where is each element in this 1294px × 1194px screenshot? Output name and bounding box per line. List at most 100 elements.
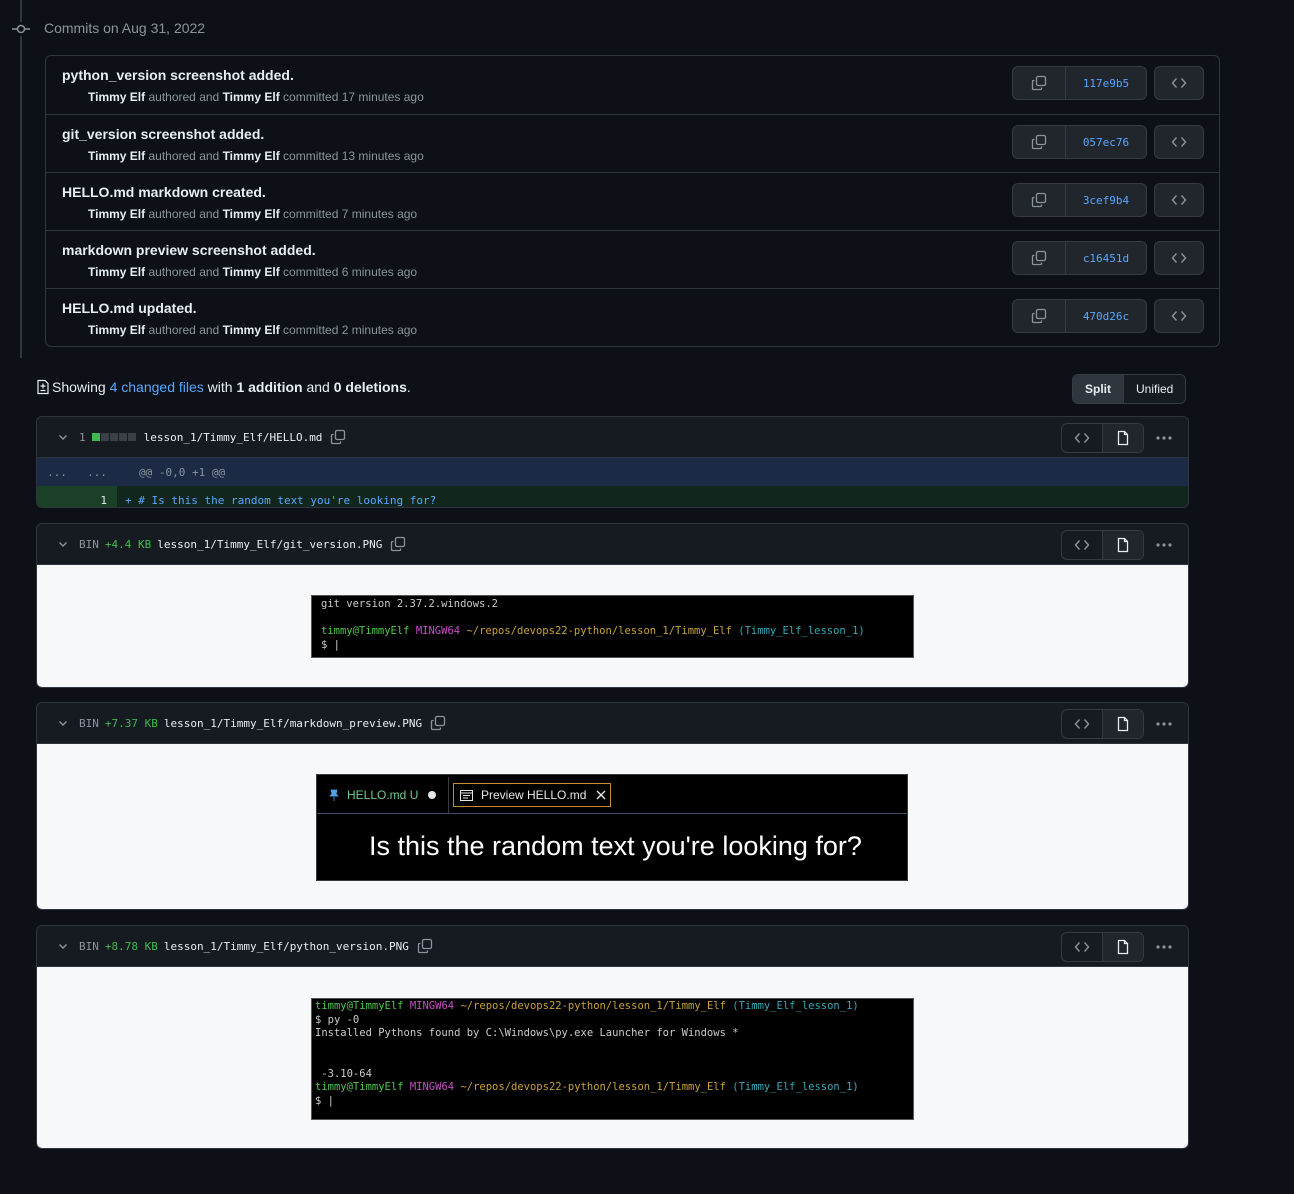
expand-right[interactable]: ... (77, 466, 117, 479)
file-path[interactable]: lesson_1/Timmy_Elf/HELLO.md (144, 431, 323, 444)
copy-sha-button[interactable] (1013, 126, 1066, 158)
expand-left[interactable]: ... (37, 466, 77, 479)
commit-title[interactable]: python_version screenshot added. (62, 67, 294, 83)
size-delta: +4.4 KB (104, 537, 152, 551)
code-icon (1074, 430, 1090, 446)
commit-row: git_version screenshot added. Timmy Elf … (46, 114, 1219, 172)
chevron-down-icon[interactable] (57, 431, 71, 443)
size-delta: +8.78 KB (104, 939, 158, 953)
terminal-prompt-line: timmy@TimmyElf MINGW64 ~/repos/devops22-… (315, 1081, 910, 1095)
file-header: 1 lesson_1/Timmy_Elf/HELLO.md (37, 417, 1188, 458)
copy-sha-button[interactable] (1013, 300, 1066, 332)
authored-text: authored and (148, 90, 220, 104)
chevron-down-icon[interactable] (57, 538, 71, 550)
committer-link[interactable]: Timmy Elf (223, 90, 280, 104)
timeline-line (20, 0, 22, 358)
file-diff-git-version: BIN +4.4 KB lesson_1/Timmy_Elf/git_versi… (36, 523, 1189, 688)
committer-link[interactable]: Timmy Elf (223, 149, 280, 163)
commit-sha-link[interactable]: c16451d (1066, 242, 1146, 274)
author-link[interactable]: Timmy Elf (88, 323, 145, 337)
terminal-user: timmy@TimmyElf (321, 625, 410, 637)
binary-label: BIN (79, 716, 99, 730)
rich-view-button[interactable] (1102, 531, 1143, 559)
commit-title[interactable]: markdown preview screenshot added. (62, 242, 316, 258)
file-path[interactable]: lesson_1/Timmy_Elf/markdown_preview.PNG (164, 717, 422, 730)
code-icon (1171, 134, 1187, 150)
code-icon (1074, 939, 1090, 955)
file-actions (1061, 530, 1180, 560)
commit-sha-link[interactable]: 470d26c (1066, 300, 1146, 332)
committer-link[interactable]: Timmy Elf (223, 323, 280, 337)
browse-repo-button[interactable] (1154, 183, 1204, 217)
commit-meta: Timmy Elf authored and Timmy Elf committ… (88, 149, 424, 163)
kebab-icon[interactable] (1148, 933, 1180, 961)
copy-icon (1031, 250, 1047, 266)
commit-time: committed 2 minutes ago (283, 323, 418, 337)
file-path[interactable]: lesson_1/Timmy_Elf/python_version.PNG (164, 940, 409, 953)
changes-count: 1 (79, 430, 86, 444)
copy-icon[interactable] (430, 715, 446, 731)
copy-icon[interactable] (417, 938, 433, 954)
rich-view-button[interactable] (1102, 424, 1143, 452)
author-link[interactable]: Timmy Elf (88, 265, 145, 279)
source-view-button[interactable] (1062, 424, 1102, 452)
copy-sha-button[interactable] (1013, 67, 1066, 99)
diff-summary: Showing 4 changed files with 1 addition … (36, 378, 411, 396)
copy-icon (1031, 75, 1047, 91)
committer-link[interactable]: Timmy Elf (223, 265, 280, 279)
source-view-button[interactable] (1062, 933, 1102, 961)
copy-icon[interactable] (330, 429, 346, 445)
browse-repo-button[interactable] (1154, 241, 1204, 275)
source-view-button[interactable] (1062, 710, 1102, 738)
kebab-icon[interactable] (1148, 424, 1180, 452)
rich-view-button[interactable] (1102, 933, 1143, 961)
split-view-button[interactable]: Split (1073, 375, 1124, 403)
commit-sha-link[interactable]: 057ec76 (1066, 126, 1146, 158)
browse-repo-button[interactable] (1154, 299, 1204, 333)
hunk-header: @@ -0,0 +1 @@ (139, 465, 226, 479)
image-preview-area: HELLO.md U Preview HELLO.md Is this the … (37, 744, 1188, 909)
copy-sha-button[interactable] (1013, 242, 1066, 274)
source-view-button[interactable] (1062, 531, 1102, 559)
commit-title[interactable]: HELLO.md updated. (62, 300, 197, 316)
unified-view-button[interactable]: Unified (1124, 375, 1186, 403)
commit-time: committed 13 minutes ago (283, 149, 424, 163)
preview-heading: Is this the random text you're looking f… (369, 831, 862, 861)
commit-sha-link[interactable]: 117e9b5 (1066, 67, 1146, 99)
view-mode-group (1061, 423, 1144, 453)
terminal-blank (321, 612, 904, 626)
terminal-version: -3.10-64 (315, 1067, 372, 1080)
changed-files-link[interactable]: 4 changed files (110, 379, 204, 395)
author-link[interactable]: Timmy Elf (88, 207, 145, 221)
line-number[interactable]: 1 (37, 486, 117, 507)
commit-title[interactable]: HELLO.md markdown created. (62, 184, 266, 200)
author-link[interactable]: Timmy Elf (88, 149, 145, 163)
copy-icon (1031, 308, 1047, 324)
committer-link[interactable]: Timmy Elf (223, 207, 280, 221)
browse-repo-button[interactable] (1154, 125, 1204, 159)
author-link[interactable]: Timmy Elf (88, 90, 145, 104)
code-icon (1171, 75, 1187, 91)
browse-repo-button[interactable] (1154, 66, 1204, 100)
git-version-screenshot: git version 2.37.2.windows.2 timmy@Timmy… (311, 595, 914, 658)
summary-showing: Showing (52, 379, 106, 395)
code-icon (1171, 250, 1187, 266)
file-path[interactable]: lesson_1/Timmy_Elf/git_version.PNG (157, 538, 382, 551)
commit-sha-link[interactable]: 3cef9b4 (1066, 184, 1146, 216)
copy-sha-button[interactable] (1013, 184, 1066, 216)
editor-tabs: HELLO.md U Preview HELLO.md (317, 777, 907, 814)
file-diff-icon (36, 379, 50, 395)
terminal-branch: (Timmy_Elf_lesson_1) (732, 1081, 859, 1093)
chevron-down-icon[interactable] (57, 717, 71, 729)
commit-row: markdown preview screenshot added. Timmy… (46, 230, 1219, 288)
terminal-prompt-line: timmy@TimmyElf MINGW64 ~/repos/devops22-… (315, 1000, 910, 1014)
terminal-branch: (Timmy_Elf_lesson_1) (738, 625, 865, 637)
kebab-icon[interactable] (1148, 710, 1180, 738)
rich-view-button[interactable] (1102, 710, 1143, 738)
copy-icon[interactable] (390, 536, 406, 552)
terminal-output: Installed Pythons found by C:\Windows\py… (315, 1027, 739, 1039)
kebab-icon[interactable] (1148, 531, 1180, 559)
summary-period: . (406, 379, 411, 395)
chevron-down-icon[interactable] (57, 940, 71, 952)
commit-title[interactable]: git_version screenshot added. (62, 126, 264, 142)
